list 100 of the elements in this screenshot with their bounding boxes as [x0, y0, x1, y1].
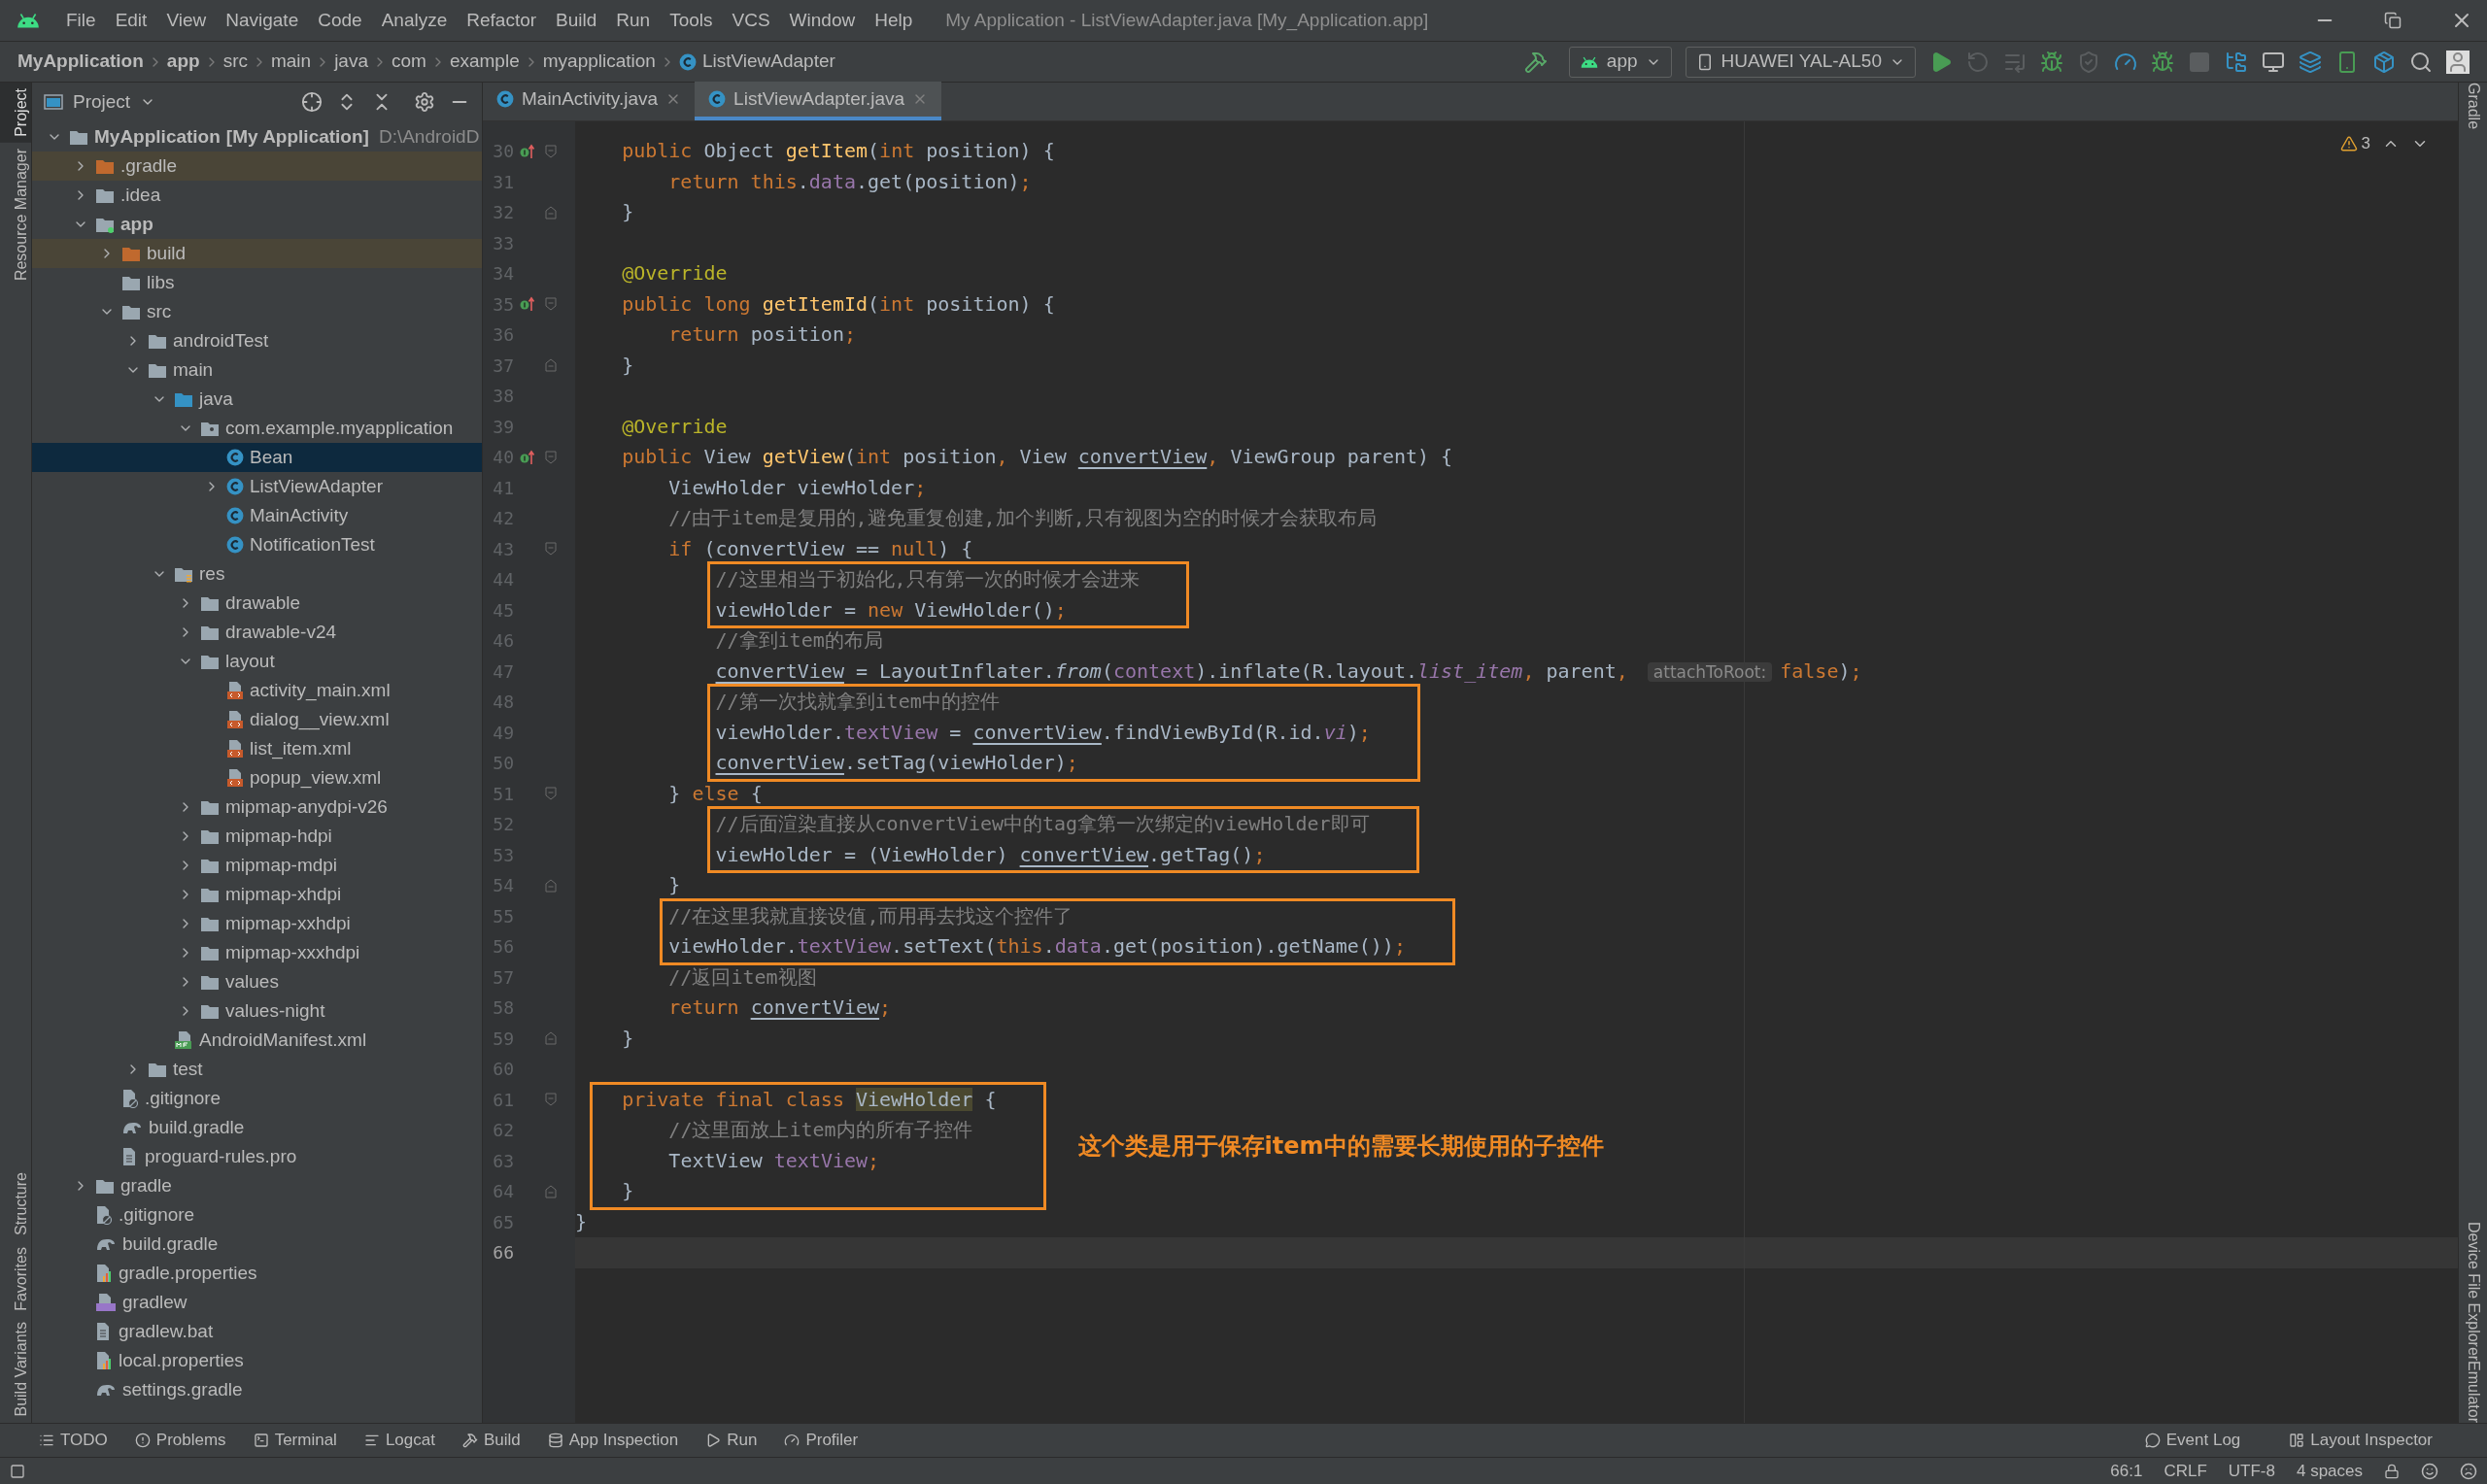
tree-item[interactable]: values	[32, 967, 482, 996]
fold-marker-icon[interactable]	[545, 542, 557, 556]
breadcrumb-item[interactable]: ListViewAdapter	[701, 48, 835, 76]
tree-item[interactable]: .gitignore	[32, 1200, 482, 1230]
tree-item[interactable]: layout	[32, 647, 482, 676]
tree-item[interactable]: dialog__view.xml	[32, 705, 482, 734]
tree-item[interactable]: java	[32, 385, 482, 414]
avatar-icon[interactable]	[2446, 50, 2470, 74]
tree-item[interactable]: MainActivity	[32, 501, 482, 530]
hammer-icon[interactable]	[1523, 50, 1548, 74]
run-configuration-dropdown[interactable]: app	[1568, 46, 1672, 78]
tool-window-tab[interactable]: Emulator	[2461, 1360, 2485, 1423]
tree-item[interactable]: activity_main.xml	[32, 676, 482, 705]
tree-item[interactable]: gradlew	[32, 1288, 482, 1317]
tool-window-button[interactable]: Event Log	[2144, 1428, 2241, 1453]
tool-window-tab[interactable]: Favorites	[0, 1240, 31, 1317]
menu-item[interactable]: Help	[865, 6, 923, 35]
tree-item[interactable]: .idea	[32, 181, 482, 210]
menu-item[interactable]: Build	[546, 6, 607, 35]
tree-item[interactable]: .gradle	[32, 152, 482, 181]
tree-item[interactable]: values-night	[32, 996, 482, 1026]
breadcrumb-item[interactable]: example	[449, 48, 520, 76]
menu-item[interactable]: Window	[779, 6, 866, 35]
tree-item[interactable]: drawable-v24	[32, 618, 482, 647]
override-icon[interactable]	[520, 143, 535, 159]
tool-window-tab[interactable]: Build Variants	[0, 1316, 31, 1423]
settings-icon[interactable]	[414, 91, 435, 113]
tool-window-button[interactable]: TODO	[39, 1428, 108, 1453]
menu-item[interactable]: File	[56, 6, 106, 35]
breadcrumb-item[interactable]: myapplication	[542, 48, 656, 76]
tree-item[interactable]: NotificationTest	[32, 530, 482, 559]
attach-debugger-icon[interactable]	[2151, 50, 2174, 74]
panel-title[interactable]: Project	[73, 87, 131, 117]
panel-toggle-icon[interactable]	[10, 1463, 25, 1479]
menu-item[interactable]: Tools	[660, 6, 723, 35]
tool-window-tab[interactable]: Structure	[0, 1165, 31, 1241]
line-separator[interactable]: CRLF	[2163, 1458, 2207, 1484]
indent-setting[interactable]: 4 spaces	[2296, 1458, 2363, 1484]
tool-window-button[interactable]: Run	[705, 1428, 758, 1453]
override-icon[interactable]	[520, 449, 535, 465]
tool-window-button[interactable]: Layout Inspector	[2289, 1428, 2433, 1453]
tree-item[interactable]: .gitignore	[32, 1084, 482, 1113]
breadcrumb-item[interactable]: MyApplication	[17, 48, 144, 76]
tree-item[interactable]: build.gradle	[32, 1230, 482, 1259]
tree-item[interactable]: settings.gradle	[32, 1375, 482, 1404]
tool-window-button[interactable]: Logcat	[363, 1428, 435, 1453]
tree-item[interactable]: build.gradle	[32, 1113, 482, 1142]
tool-window-tab[interactable]: Gradle	[2461, 83, 2485, 130]
tree-item[interactable]: AndroidManifest.xml	[32, 1026, 482, 1055]
locate-icon[interactable]	[301, 91, 323, 113]
caret-position[interactable]: 66:1	[2110, 1458, 2143, 1484]
tree-item[interactable]: Bean	[32, 443, 482, 472]
tree-item[interactable]: mipmap-mdpi	[32, 851, 482, 880]
fold-marker-icon[interactable]	[545, 450, 557, 464]
tree-item[interactable]: gradle	[32, 1171, 482, 1200]
tool-window-button[interactable]: Problems	[134, 1428, 226, 1453]
fold-marker-icon[interactable]	[545, 1184, 557, 1198]
tree-item[interactable]: popup_view.xml	[32, 763, 482, 793]
tool-window-button[interactable]: Terminal	[253, 1428, 337, 1453]
menu-item[interactable]: Code	[308, 6, 372, 35]
restore-icon[interactable]	[2384, 12, 2402, 29]
breadcrumb-item[interactable]: src	[222, 48, 248, 76]
fold-marker-icon[interactable]	[545, 878, 557, 893]
breadcrumb-item[interactable]: app	[166, 48, 200, 76]
tree-item[interactable]: local.properties	[32, 1346, 482, 1375]
tree-item[interactable]: mipmap-anydpi-v26	[32, 793, 482, 822]
smile-icon[interactable]	[2421, 1462, 2438, 1480]
tool-window-button[interactable]: App Inspection	[547, 1428, 679, 1453]
tree-item[interactable]: main	[32, 355, 482, 385]
fold-marker-icon[interactable]	[545, 358, 557, 373]
tree-item[interactable]: app	[32, 210, 482, 239]
menu-item[interactable]: Run	[606, 6, 661, 35]
search-icon[interactable]	[2409, 50, 2433, 74]
tree-item[interactable]: libs	[32, 268, 482, 297]
breadcrumb-item[interactable]: java	[334, 48, 368, 76]
menu-item[interactable]: Navigate	[216, 6, 309, 35]
fold-marker-icon[interactable]	[545, 1093, 557, 1107]
lock-icon[interactable]	[2384, 1463, 2400, 1479]
tree-item[interactable]: MyApplication [My Application] D:\AndroidD	[32, 122, 482, 152]
tree-item[interactable]: drawable	[32, 589, 482, 618]
tree-item[interactable]: test	[32, 1055, 482, 1084]
fold-marker-icon[interactable]	[545, 297, 557, 312]
tool-window-button[interactable]: Build	[461, 1428, 521, 1453]
menu-item[interactable]: Edit	[105, 6, 157, 35]
tool-window-tab[interactable]: Device File Explorer	[2461, 1221, 2485, 1361]
tree-item[interactable]: proguard-rules.pro	[32, 1142, 482, 1171]
tool-window-tab[interactable]: Resource Manager	[0, 142, 31, 287]
tree-item[interactable]: res	[32, 559, 482, 589]
tree-item[interactable]: mipmap-xxxhdpi	[32, 938, 482, 967]
warning-icon[interactable]	[2339, 134, 2358, 152]
tree-item[interactable]: list_item.xml	[32, 734, 482, 763]
tool-window-button[interactable]: Profiler	[784, 1428, 859, 1453]
file-encoding[interactable]: UTF-8	[2228, 1458, 2275, 1484]
fold-marker-icon[interactable]	[545, 787, 557, 801]
device-dropdown[interactable]: HUAWEI YAL-AL50	[1685, 46, 1916, 78]
breadcrumb-item[interactable]: main	[270, 48, 312, 76]
tree-item[interactable]: mipmap-hdpi	[32, 822, 482, 851]
fold-marker-icon[interactable]	[545, 205, 557, 219]
menu-item[interactable]: View	[156, 6, 217, 35]
fold-marker-icon[interactable]	[545, 144, 557, 158]
